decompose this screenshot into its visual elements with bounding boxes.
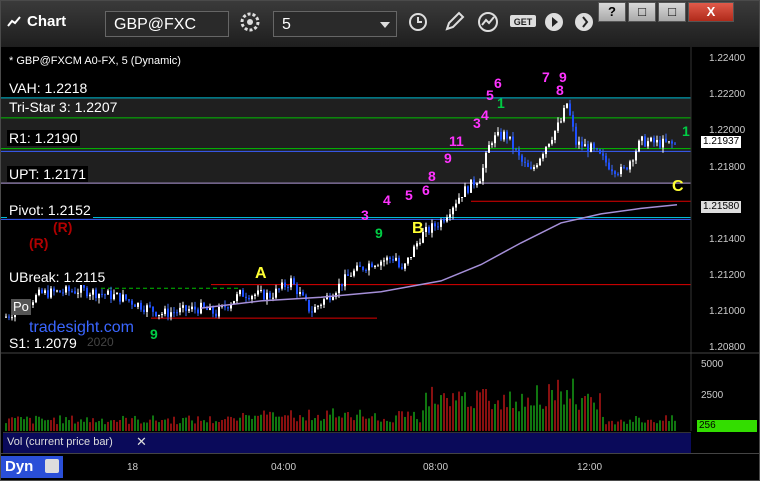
price-tick: 1.21000 (709, 306, 746, 317)
time-tick: 18 (127, 462, 139, 473)
toolbar: Chart GBP@FXC 5 GET ? □ □ X (1, 1, 759, 48)
volume-tick: 2500 (701, 390, 724, 401)
price-tick: 1.21200 (709, 270, 746, 281)
level-label-tristar: Tri-Star 3: 1.2207 (7, 99, 120, 115)
seq-count: 7 (542, 69, 550, 85)
price-tick: 1.21800 (709, 162, 746, 173)
draw-pen-icon[interactable] (441, 11, 467, 37)
seq-count: 3 (473, 115, 481, 131)
level-label-upt: UPT: 1.2171 (7, 166, 89, 182)
price-tick: 1.21400 (709, 234, 746, 245)
play-icon[interactable] (541, 11, 567, 37)
interval-value: 5 (282, 16, 291, 33)
seq-count: 5 (405, 187, 413, 203)
watermark-year: 2020 (87, 335, 114, 349)
symbol-selector[interactable]: GBP@FXC (105, 11, 229, 37)
level-label-s1: S1: 1.2079 (9, 335, 77, 351)
time-tick: 04:00 (271, 462, 297, 473)
current-price-tag: 1.21937 (701, 136, 742, 148)
maximize-button[interactable]: □ (658, 2, 686, 22)
chevron-down-icon (380, 22, 390, 28)
seq-count: 3 (361, 207, 369, 223)
seq-count: 6 (422, 182, 430, 198)
window-title: Chart (27, 13, 67, 30)
price-tick: 1.20800 (709, 342, 746, 353)
level-label-vah: VAH: 1.2218 (7, 80, 90, 96)
chart-header: * GBP@FXCM A0-FX, 5 (Dynamic) (9, 55, 181, 67)
time-axis: Dyn 18 04:00 08:00 12:00 (1, 453, 759, 480)
seq-count-green: 1 (497, 95, 505, 111)
level-label-ubreak: UBreak: 1.2115 (7, 269, 108, 285)
close-icon[interactable]: ✕ (136, 434, 147, 450)
get-data-icon[interactable]: GET (509, 11, 537, 37)
clock-icon[interactable] (405, 11, 431, 37)
interval-selector[interactable]: 5 (273, 11, 397, 37)
chart-overlay: * GBP@FXCM A0-FX, 5 (Dynamic) VAH: 1.221… (3, 47, 759, 432)
seq-count: 5 (486, 87, 494, 103)
chart-app-icon (7, 15, 21, 29)
volume-tick: 5000 (701, 359, 724, 370)
menu-icon[interactable] (571, 11, 597, 37)
level-label-pivot: Pivot: 1.2152 (7, 202, 93, 218)
symbol-value: GBP@FXC (114, 16, 197, 33)
seq-count-green: 9 (375, 225, 383, 241)
help-button[interactable]: ? (598, 2, 626, 22)
chart-window: Chart GBP@FXC 5 GET ? □ □ X * GBP@FXCM A… (0, 0, 760, 481)
seq-count-green: 1 (682, 123, 690, 139)
volume-label: Vol (current price bar) (7, 436, 113, 448)
svg-text:GET: GET (514, 17, 533, 27)
volume-panel-header: Vol (current price bar) ✕ (3, 432, 691, 454)
level-label-r1: R1: 1.2190 (7, 130, 80, 146)
time-tick: 12:00 (577, 462, 603, 473)
current-volume-tag: 256 (697, 420, 757, 432)
annotation-c: C (672, 178, 684, 195)
seq-count: 9 (559, 69, 567, 85)
minimize-button[interactable]: □ (628, 2, 656, 22)
price-tick: 1.22000 (709, 125, 746, 136)
dyn-button[interactable]: Dyn (1, 456, 63, 478)
seq-count: 6 (494, 75, 502, 91)
seq-count: 11 (449, 133, 464, 149)
pp-tag: Po (11, 299, 31, 315)
zoom-icon (45, 459, 59, 473)
seq-count: 8 (428, 168, 436, 184)
settings-gear-icon[interactable] (237, 11, 263, 37)
close-button[interactable]: X (688, 2, 734, 22)
indicator-icon[interactable] (475, 11, 501, 37)
watermark: tradesight.com (29, 319, 134, 336)
r-marker: (R) (53, 219, 73, 235)
time-tick: 08:00 (423, 462, 449, 473)
r-marker: (R) (29, 235, 49, 251)
seq-count-green: 9 (150, 326, 158, 342)
dyn-label: Dyn (5, 458, 34, 475)
ma-price-tag: 1.21580 (701, 201, 742, 213)
seq-count: 4 (481, 107, 489, 123)
seq-count: 9 (444, 150, 452, 166)
annotation-a: A (255, 265, 267, 282)
price-tick: 1.22400 (709, 53, 746, 64)
price-tick: 1.22200 (709, 89, 746, 100)
annotation-b: B (412, 220, 424, 237)
seq-count: 4 (383, 192, 391, 208)
